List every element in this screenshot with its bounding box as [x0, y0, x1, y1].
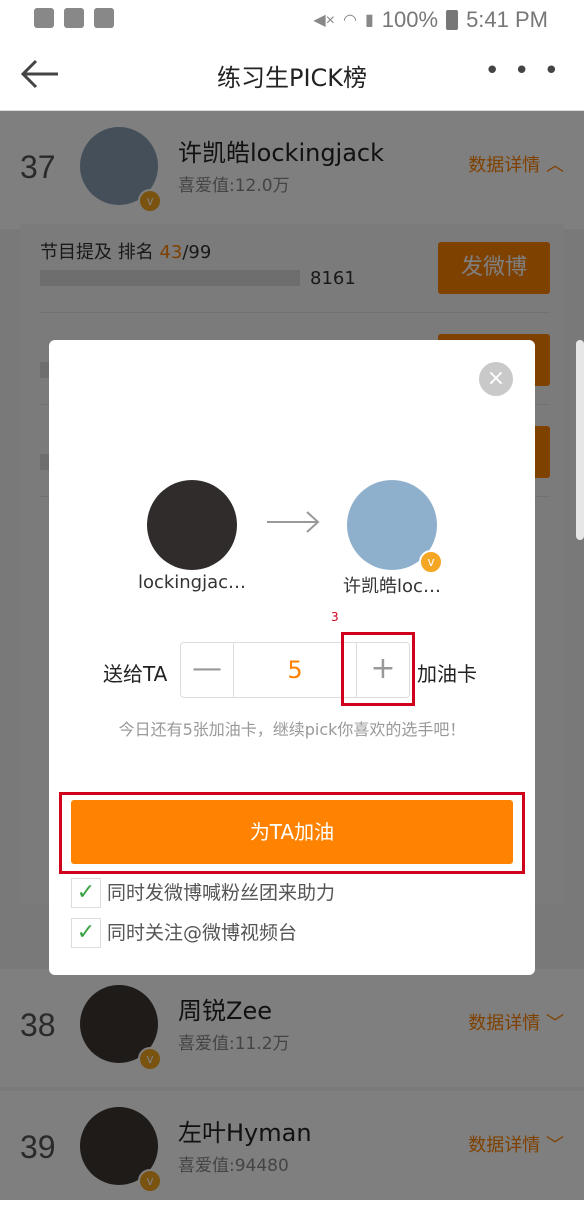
give-label: 送给TA	[103, 662, 168, 686]
outlook-icon	[94, 8, 114, 28]
wifi-icon: ◠	[343, 12, 357, 29]
status-bar: ◀× ◠ ▮ 100% 5:41 PM	[0, 0, 584, 38]
card-label: 加油卡	[417, 662, 477, 686]
cheer-dialog: × v lockingjac… 许凯皓loc… 3 送给TA — 5 + 加油卡…	[49, 340, 535, 975]
arrow-right-icon	[267, 511, 320, 533]
decrement-button[interactable]: —	[181, 643, 234, 697]
sender-name: lockingjac…	[137, 572, 247, 593]
check-icon[interactable]: ✓	[71, 878, 101, 908]
verified-badge-icon: v	[419, 550, 443, 574]
notification-icons	[34, 8, 114, 28]
annotation-box	[341, 632, 415, 706]
system-indicators: ◀× ◠ ▮ 100% 5:41 PM	[313, 7, 548, 33]
remaining-cards-hint: 今日还有5张加油卡，继续pick你喜欢的选手吧！	[118, 720, 466, 739]
battery-percent: 100%	[381, 7, 439, 32]
top-nav-bar: 练习生PICK榜 • • •	[0, 38, 584, 111]
cheer-button[interactable]: 为TA加油	[71, 800, 513, 864]
check-icon[interactable]: ✓	[71, 918, 101, 948]
mute-icon: ◀×	[313, 12, 335, 29]
option-label: 同时发微博喊粉丝团来助力	[107, 882, 336, 904]
recipient-name: 许凯皓loc…	[343, 576, 441, 597]
annotation-label: 3	[331, 610, 339, 624]
gallery-icon	[34, 8, 54, 28]
option-label: 同时关注@微博视频台	[107, 922, 298, 944]
outlook-icon	[64, 8, 84, 28]
sender-avatar	[147, 480, 237, 570]
battery-icon	[446, 10, 459, 30]
scroll-indicator	[576, 340, 584, 540]
clock: 5:41 PM	[466, 7, 548, 32]
close-icon[interactable]: ×	[479, 362, 513, 396]
signal-icon: ▮	[364, 12, 374, 29]
more-options-icon[interactable]: • • •	[484, 56, 562, 86]
quantity-input[interactable]: 5	[234, 643, 356, 697]
